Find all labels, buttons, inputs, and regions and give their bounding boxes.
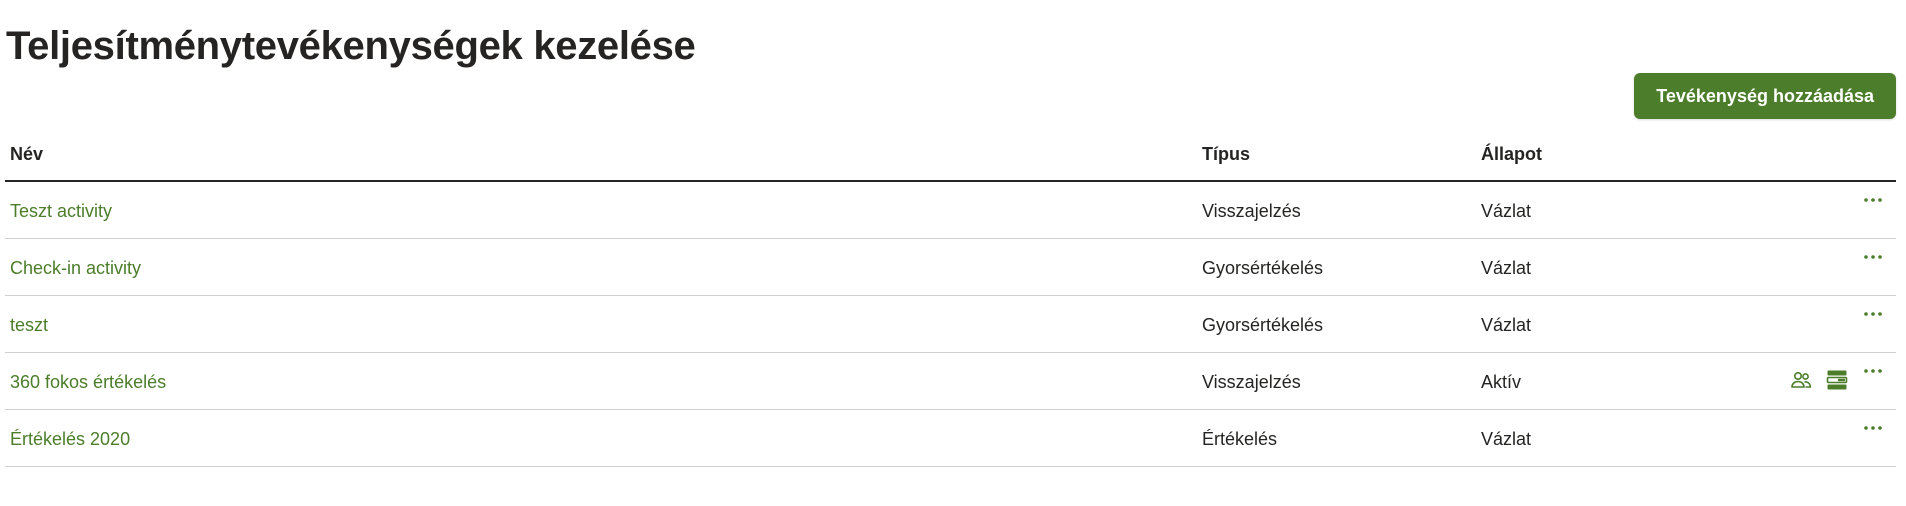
- row-actions: [1860, 251, 1886, 281]
- activity-type: Visszajelzés: [1202, 201, 1301, 221]
- activity-type: Gyorsértékelés: [1202, 258, 1324, 278]
- activity-name-link[interactable]: teszt: [10, 315, 48, 335]
- activity-name-link[interactable]: Értékelés 2020: [10, 429, 130, 449]
- table-row: Check-in activity Gyorsértékelés Vázlat: [5, 239, 1896, 296]
- more-options-icon[interactable]: [1860, 424, 1886, 450]
- column-header-type[interactable]: Típus: [1202, 144, 1250, 165]
- people-icon[interactable]: [1788, 367, 1814, 393]
- page-title: Teljesítménytevékenységek kezelése: [6, 24, 696, 68]
- activity-status: Vázlat: [1481, 201, 1532, 221]
- activity-name-link[interactable]: Check-in activity: [10, 258, 141, 278]
- row-actions: [1860, 422, 1886, 452]
- activities-table: Név Típus Állapot Teszt activity Visszaj…: [5, 128, 1896, 467]
- table-row: Teszt activity Visszajelzés Vázlat: [5, 182, 1896, 239]
- activity-status: Vázlat: [1481, 315, 1532, 335]
- more-options-icon[interactable]: [1860, 253, 1886, 279]
- list-details-icon[interactable]: [1824, 367, 1850, 393]
- activity-status: Vázlat: [1481, 429, 1532, 449]
- table-row: teszt Gyorsértékelés Vázlat: [5, 296, 1896, 353]
- column-header-status[interactable]: Állapot: [1481, 144, 1542, 165]
- column-header-name[interactable]: Név: [10, 144, 43, 165]
- activity-type: Visszajelzés: [1202, 372, 1301, 392]
- row-actions: [1860, 194, 1886, 224]
- row-actions: [1860, 308, 1886, 338]
- activity-name-link[interactable]: 360 fokos értékelés: [10, 372, 166, 392]
- table-header: Név Típus Állapot: [5, 128, 1896, 182]
- more-options-icon[interactable]: [1860, 310, 1886, 336]
- add-activity-button[interactable]: Tevékenység hozzáadása: [1634, 73, 1896, 119]
- activity-name-link[interactable]: Teszt activity: [10, 201, 112, 221]
- activity-status: Aktív: [1481, 372, 1522, 392]
- activity-status: Vázlat: [1481, 258, 1532, 278]
- table-row: Értékelés 2020 Értékelés Vázlat: [5, 410, 1896, 467]
- more-options-icon[interactable]: [1860, 196, 1886, 222]
- more-options-icon[interactable]: [1860, 367, 1886, 393]
- table-row: 360 fokos értékelés Visszajelzés Aktív: [5, 353, 1896, 410]
- activity-type: Értékelés: [1202, 429, 1278, 449]
- row-actions: [1788, 365, 1886, 395]
- activity-type: Gyorsértékelés: [1202, 315, 1324, 335]
